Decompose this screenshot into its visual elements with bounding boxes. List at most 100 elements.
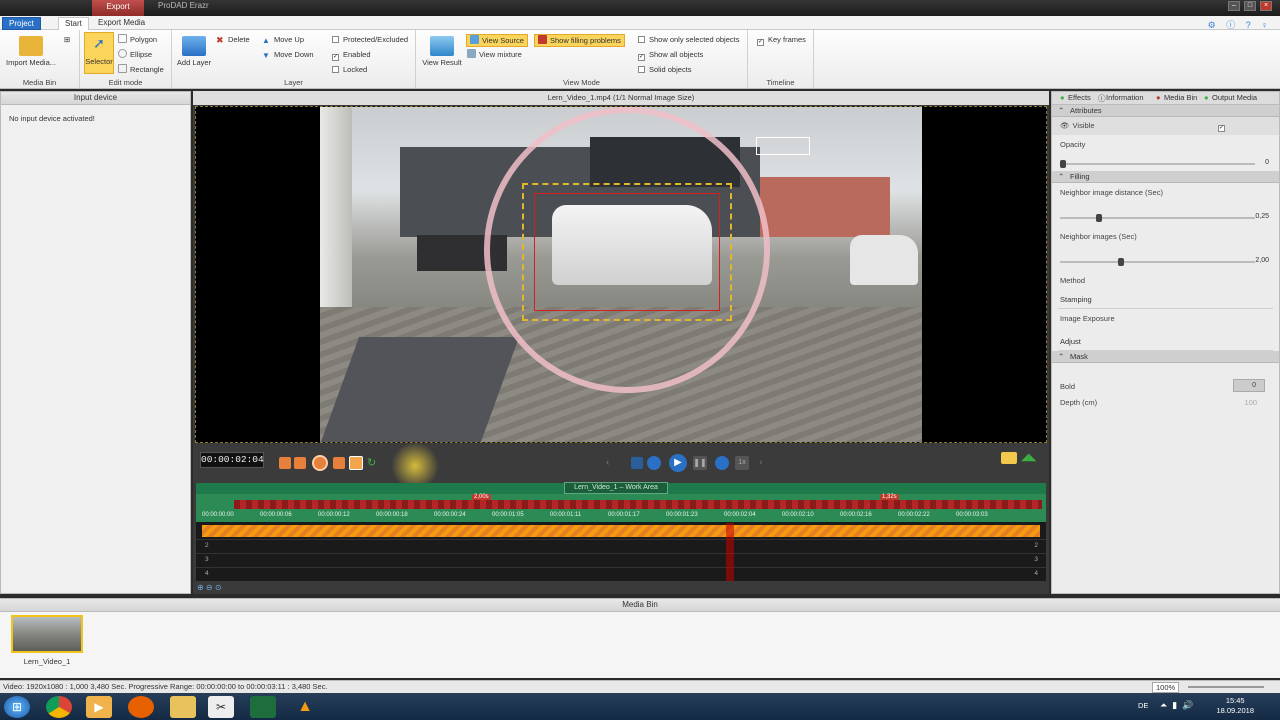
navigate-icon[interactable]: ◢◣ xyxy=(1021,452,1037,464)
work-area-bar[interactable]: Lern_Video_1 – Work Area xyxy=(196,482,1046,494)
depth-value: 100 xyxy=(1244,398,1257,407)
language-indicator[interactable]: DE xyxy=(1138,701,1148,710)
playback-controls: 00:00:02:04 ↻ ‹ ▶ ❚❚ 1x › ◢◣ xyxy=(193,442,1049,490)
firefox-icon[interactable] xyxy=(128,696,154,718)
polygon-button[interactable]: Polygon xyxy=(118,34,157,45)
tab-output-media[interactable]: Output Media xyxy=(1212,93,1257,102)
record-icon[interactable] xyxy=(312,455,328,471)
vlc-icon[interactable]: ▲ xyxy=(292,696,318,718)
depth-row[interactable]: Depth (cm) 100 xyxy=(1052,395,1279,413)
tab-information[interactable]: Information xyxy=(1106,93,1144,102)
frame-back-icon[interactable]: ‹ xyxy=(606,457,618,469)
timeline-zoom-icons[interactable]: ⊕ ⊖ ⊙ xyxy=(197,583,222,592)
show-selected-checkbox[interactable]: Show only selected objects xyxy=(638,34,739,45)
skip-back-icon[interactable] xyxy=(647,456,661,470)
frame-forward-icon[interactable]: › xyxy=(759,457,771,469)
slider-knob xyxy=(1118,258,1124,266)
locked-checkbox[interactable]: Locked xyxy=(332,64,367,75)
show-filling-problems-button[interactable]: Show filling problems xyxy=(534,34,625,47)
show-all-checkbox[interactable]: ✓ Show all objects xyxy=(638,49,703,61)
neighbor-images-row[interactable]: Neighbor images (Sec) 2,00 xyxy=(1052,227,1279,271)
explorer-icon[interactable] xyxy=(170,696,196,718)
zoom-slider[interactable] xyxy=(1188,686,1264,688)
maximize-button[interactable]: □ xyxy=(1244,1,1256,11)
view-result-button[interactable]: View Result xyxy=(420,34,464,67)
protected-checkbox[interactable]: Protected/Excluded xyxy=(332,34,408,45)
mask-section[interactable]: ⌃ Mask xyxy=(1052,351,1279,363)
view-mixture-button[interactable]: View mixture xyxy=(467,49,522,60)
tab-effects[interactable]: Effects xyxy=(1068,93,1091,102)
track-row[interactable]: 33 xyxy=(196,553,1046,567)
add-layer-button[interactable]: Add Layer xyxy=(174,34,214,67)
red-building xyxy=(760,177,890,237)
playhead[interactable] xyxy=(726,523,734,581)
key-frames-checkbox[interactable]: ✓ Key frames xyxy=(757,34,806,46)
erazr-icon[interactable]: ✂ xyxy=(208,696,234,718)
clock[interactable]: 15:45 18.09.2018 xyxy=(1216,696,1254,716)
bold-stepper[interactable]: 0 xyxy=(1233,379,1265,392)
play-icon[interactable]: ▶ xyxy=(669,454,687,472)
attributes-section[interactable]: ⌃ Attributes xyxy=(1052,105,1279,117)
media-player-icon[interactable]: ▶ xyxy=(86,696,112,718)
warning-icon xyxy=(538,35,547,44)
selector-button[interactable]: ➚ Selector xyxy=(84,32,114,74)
move-up-button[interactable]: ▲ Move Up xyxy=(262,34,304,45)
rewind-icon[interactable] xyxy=(294,457,306,469)
neighbor-distance-slider[interactable] xyxy=(1060,214,1255,222)
app-icon[interactable] xyxy=(250,696,276,718)
tab-export-media[interactable]: Export Media xyxy=(92,17,151,30)
refresh-icon[interactable]: ↻ xyxy=(367,457,379,469)
chrome-icon[interactable] xyxy=(46,696,72,718)
skip-forward-icon[interactable] xyxy=(715,456,729,470)
import-media-button[interactable]: Import Media... xyxy=(3,34,59,67)
rectangle-button[interactable]: Rectangle xyxy=(118,64,164,75)
tick-label: 00:00:02:22 xyxy=(898,512,930,518)
opacity-row[interactable]: Opacity 0 xyxy=(1052,135,1279,171)
video-frame[interactable] xyxy=(320,107,922,442)
keyframe-track[interactable] xyxy=(202,525,1040,537)
tab-project[interactable]: Project xyxy=(2,17,41,30)
prev-marker-icon[interactable] xyxy=(279,457,291,469)
next-marker-icon[interactable] xyxy=(333,457,345,469)
tab-media-bin[interactable]: Media Bin xyxy=(1164,93,1197,102)
method-dropdown[interactable]: Stamping xyxy=(1058,291,1273,309)
track-row[interactable]: 22 xyxy=(196,539,1046,553)
track-row[interactable]: 44 xyxy=(196,567,1046,581)
neighbor-images-slider[interactable] xyxy=(1060,258,1255,266)
tray-icons[interactable]: ⏶▮🔊 xyxy=(1160,700,1198,711)
video-viewer[interactable] xyxy=(195,106,1047,443)
start-icon[interactable]: ⊞ xyxy=(4,696,30,718)
tab-start[interactable]: Start xyxy=(58,17,89,30)
neighbor-distance-row[interactable]: Neighbor image distance (Sec) 0,25 xyxy=(1052,183,1279,227)
slider-knob xyxy=(1096,214,1102,222)
export-context-tab[interactable]: Export xyxy=(92,0,144,16)
enabled-checkbox[interactable]: ✓ Enabled xyxy=(332,49,371,61)
ellipse-icon xyxy=(118,49,127,58)
tick-label: 00:00:00:18 xyxy=(376,512,408,518)
view-source-button[interactable]: View Source xyxy=(466,34,528,47)
exposure-dropdown[interactable]: Adjust xyxy=(1058,333,1273,351)
close-button[interactable]: × xyxy=(1260,1,1272,11)
zoom-level[interactable]: 100% xyxy=(1152,682,1180,693)
visible-row[interactable]: 👁 Visible ✓ xyxy=(1052,117,1279,135)
step-back-icon[interactable] xyxy=(631,457,643,469)
filling-section[interactable]: ⌃ Filling xyxy=(1052,171,1279,183)
zoom-fit-icon[interactable] xyxy=(1001,452,1017,464)
expand-icon[interactable]: ⊞ xyxy=(64,34,70,45)
move-down-button[interactable]: ▼ Move Down xyxy=(262,49,314,60)
time-ruler[interactable]: 2,00s 1,32s 00:00:00:00 00:00:00:06 00:00:… xyxy=(196,494,1046,522)
minimize-button[interactable]: – xyxy=(1228,1,1240,11)
solid-objects-checkbox[interactable]: Solid objects xyxy=(638,64,692,75)
selection-rect[interactable] xyxy=(756,137,810,155)
tick-label: 00:00:02:04 xyxy=(724,512,756,518)
bold-row[interactable]: Bold 0 xyxy=(1052,363,1279,395)
ellipse-button[interactable]: Ellipse xyxy=(118,49,152,60)
timeline[interactable]: Lern_Video_1 – Work Area 2,00s 1,32s 00:… xyxy=(196,482,1046,581)
speed-button[interactable]: 1x xyxy=(735,456,749,470)
media-thumbnail[interactable] xyxy=(11,615,83,653)
mask-inner-box[interactable] xyxy=(534,193,720,311)
delete-button[interactable]: ✖ Delete xyxy=(216,34,250,45)
opacity-slider[interactable] xyxy=(1060,160,1255,168)
stop-icon[interactable] xyxy=(349,456,363,470)
pause-icon[interactable]: ❚❚ xyxy=(693,456,707,470)
